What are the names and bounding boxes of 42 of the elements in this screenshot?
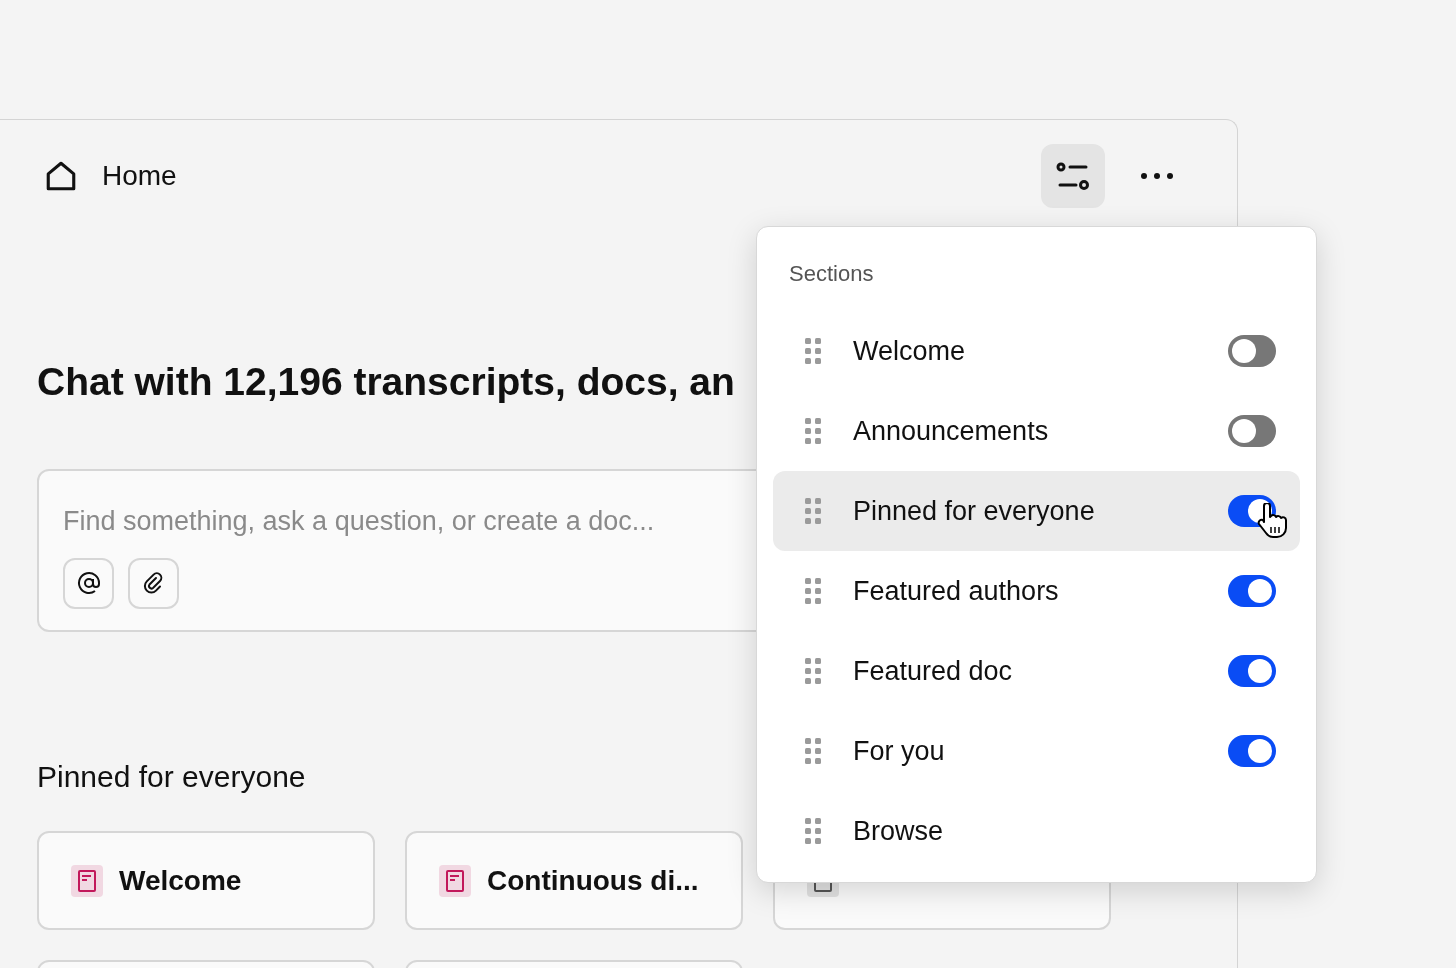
menu-item[interactable]: Pinned for everyone bbox=[773, 471, 1300, 551]
item-label: Browse bbox=[853, 814, 945, 848]
toggle-switch[interactable] bbox=[1228, 335, 1276, 367]
doc-card[interactable]: Continuous di... bbox=[405, 831, 743, 930]
card-title: Welcome bbox=[119, 863, 242, 898]
home-icon[interactable] bbox=[44, 159, 78, 193]
menu-item[interactable]: For you bbox=[773, 711, 1300, 791]
drag-handle-icon[interactable] bbox=[805, 338, 821, 364]
drag-handle-icon[interactable] bbox=[805, 498, 821, 524]
composer-input[interactable]: Find something, ask a question, or create a doc... bbox=[63, 501, 771, 542]
page-title: Home bbox=[102, 159, 177, 193]
mention-button[interactable] bbox=[63, 557, 114, 609]
section-title: Pinned for everyone bbox=[37, 759, 307, 795]
item-label: Welcome bbox=[853, 334, 967, 368]
item-label: Pinned for everyone bbox=[853, 494, 1096, 528]
drag-handle-icon[interactable] bbox=[805, 818, 821, 844]
sliders-icon bbox=[1056, 161, 1090, 191]
drag-handle-icon[interactable] bbox=[805, 578, 821, 604]
at-sign-icon bbox=[76, 571, 101, 595]
menu-item[interactable]: Browse bbox=[773, 791, 1300, 871]
item-label: Featured doc bbox=[853, 654, 1014, 688]
drag-handle-icon[interactable] bbox=[805, 418, 821, 444]
more-icon bbox=[1141, 173, 1173, 179]
toggle-switch[interactable] bbox=[1228, 655, 1276, 687]
attach-button[interactable] bbox=[128, 557, 179, 609]
doc-card[interactable]: Welcome bbox=[37, 831, 375, 930]
menu-heading: Sections bbox=[788, 260, 875, 288]
drag-handle-icon[interactable] bbox=[805, 658, 821, 684]
item-label: Announcements bbox=[853, 414, 1050, 448]
customize-button[interactable] bbox=[1041, 144, 1105, 208]
toggle-switch[interactable] bbox=[1228, 735, 1276, 767]
drag-handle-icon[interactable] bbox=[805, 738, 821, 764]
item-label: For you bbox=[853, 734, 946, 768]
card-title: Continuous di... bbox=[487, 863, 699, 898]
item-label: Featured authors bbox=[853, 574, 1060, 608]
menu-item[interactable]: Welcome bbox=[773, 311, 1300, 391]
menu-item[interactable]: Announcements bbox=[773, 391, 1300, 471]
page-heading: Chat with 12,196 transcripts, docs, an bbox=[37, 359, 736, 405]
hand-cursor-icon bbox=[1256, 503, 1288, 539]
toggle-switch[interactable] bbox=[1228, 415, 1276, 447]
menu-item[interactable]: Featured doc bbox=[773, 631, 1300, 711]
toggle-switch[interactable] bbox=[1228, 575, 1276, 607]
